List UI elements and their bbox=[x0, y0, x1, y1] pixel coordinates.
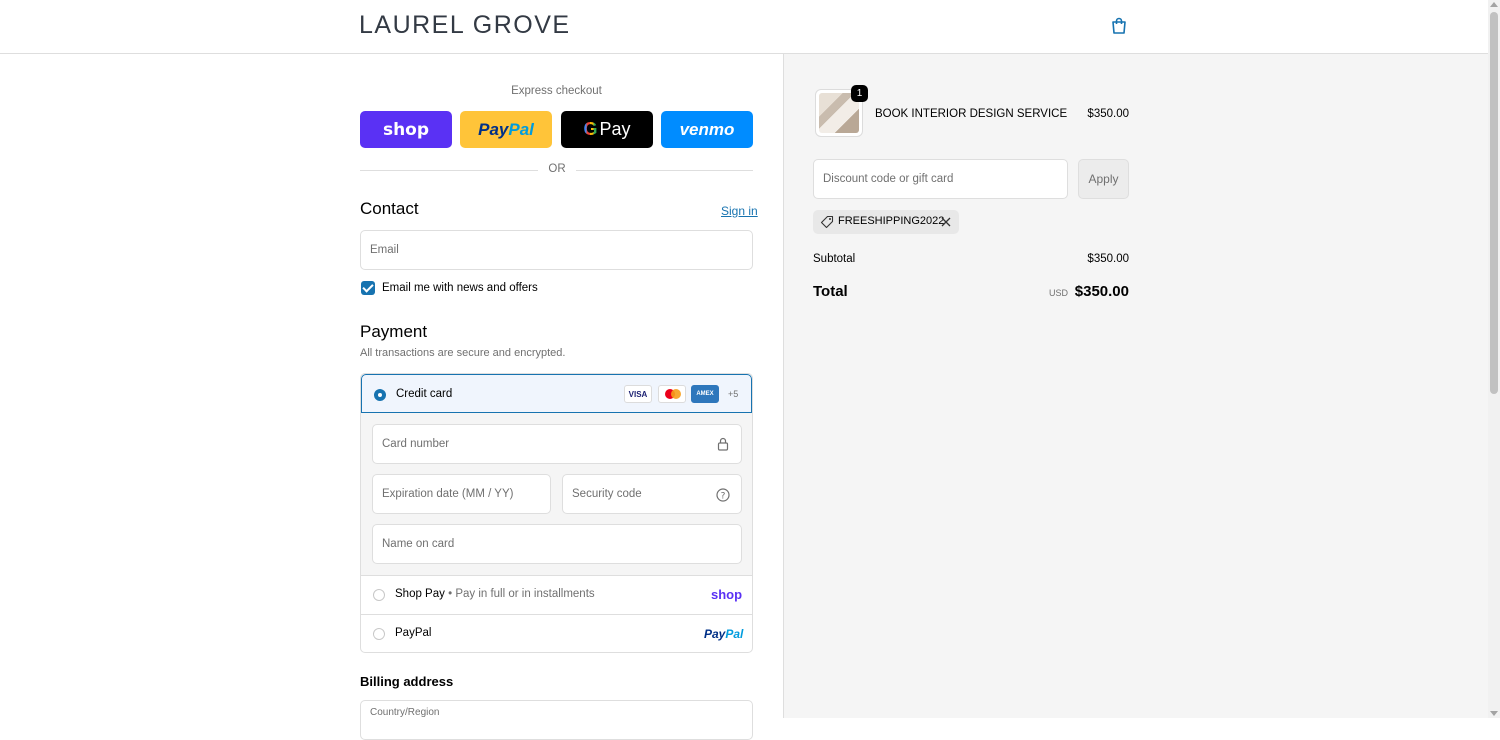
amex-icon: AMEX bbox=[691, 385, 719, 403]
shop-pay-option[interactable]: Shop Pay • Pay in full or in installment… bbox=[361, 576, 752, 614]
shop-pay-express-button[interactable]: shop bbox=[360, 111, 452, 148]
credit-card-option[interactable]: Credit card VISA AMEX +5 bbox=[361, 374, 752, 413]
paypal-logo: PayPal bbox=[704, 627, 744, 641]
scrollbar-thumb[interactable] bbox=[1490, 12, 1498, 394]
google-g-icon: G bbox=[583, 119, 598, 139]
shopping-bag-icon[interactable] bbox=[1110, 17, 1128, 35]
visa-icon: VISA bbox=[624, 385, 652, 403]
billing-address-heading: Billing address bbox=[360, 674, 454, 689]
brand-logo[interactable]: LAUREL GROVE bbox=[359, 11, 571, 40]
shop-pay-radio[interactable] bbox=[373, 589, 385, 601]
paypal-radio[interactable] bbox=[373, 628, 385, 640]
venmo-express-button[interactable]: venmo bbox=[661, 111, 753, 148]
applied-discount-tag: FREESHIPPING2022 bbox=[813, 210, 959, 234]
newsletter-label: Email me with news and offers bbox=[382, 282, 538, 294]
credit-card-radio[interactable] bbox=[374, 389, 386, 401]
credit-card-form: Card number Expiration date (MM / YY) Se… bbox=[361, 413, 752, 576]
payment-heading: Payment bbox=[360, 322, 428, 341]
shop-pay-logo: shop bbox=[711, 587, 743, 602]
site-header: LAUREL GROVE bbox=[0, 0, 1488, 54]
paypal-label: PayPal bbox=[395, 627, 432, 639]
expiration-date-field[interactable]: Expiration date (MM / YY) bbox=[372, 474, 551, 514]
more-cards-badge: +5 bbox=[728, 389, 739, 399]
tag-icon bbox=[820, 215, 834, 229]
order-summary-panel bbox=[783, 54, 1489, 718]
email-field[interactable]: Email bbox=[360, 230, 753, 270]
page-scrollbar[interactable] bbox=[1488, 0, 1500, 718]
card-number-field[interactable]: Card number bbox=[372, 424, 742, 464]
currency-code: USD bbox=[1048, 288, 1068, 298]
svg-text:?: ? bbox=[721, 492, 726, 502]
name-on-card-field[interactable]: Name on card bbox=[372, 524, 742, 564]
discount-code-field[interactable]: Discount code or gift card bbox=[813, 159, 1068, 199]
scroll-up-icon[interactable] bbox=[1490, 2, 1498, 7]
paypal-option[interactable]: PayPal PayPal bbox=[361, 615, 752, 652]
payment-methods: Credit card VISA AMEX +5 Card number Exp… bbox=[360, 373, 753, 653]
sign-in-link[interactable]: Sign in bbox=[721, 204, 758, 218]
mastercard-icon bbox=[658, 385, 686, 403]
scroll-down-icon[interactable] bbox=[1490, 711, 1498, 716]
total-value: $350.00 bbox=[1074, 283, 1129, 300]
subtotal-value: $350.00 bbox=[1087, 253, 1129, 265]
divider-right bbox=[576, 170, 753, 171]
google-pay-express-button[interactable]: G Pay bbox=[561, 111, 653, 148]
total-label: Total bbox=[813, 283, 848, 300]
apply-discount-button[interactable]: Apply bbox=[1078, 159, 1129, 199]
discount-code-text: FREESHIPPING2022 bbox=[838, 215, 945, 227]
close-icon[interactable] bbox=[941, 217, 951, 227]
divider-left bbox=[360, 170, 538, 171]
country-region-select[interactable]: Country/Region bbox=[360, 700, 753, 740]
credit-card-label: Credit card bbox=[396, 388, 453, 400]
shop-pay-label: Shop Pay • Pay in full or in installment… bbox=[395, 588, 595, 600]
help-icon[interactable]: ? bbox=[716, 488, 730, 502]
express-checkout-label: Express checkout bbox=[511, 85, 602, 97]
quantity-badge: 1 bbox=[851, 85, 868, 102]
lock-icon bbox=[717, 437, 729, 451]
security-code-field[interactable]: Security code ? bbox=[562, 474, 742, 514]
or-divider-text: OR bbox=[548, 163, 566, 175]
product-price: $350.00 bbox=[1087, 108, 1129, 120]
contact-heading: Contact bbox=[360, 199, 419, 218]
newsletter-checkbox[interactable] bbox=[361, 281, 375, 295]
payment-subtitle: All transactions are secure and encrypte… bbox=[360, 347, 566, 359]
subtotal-label: Subtotal bbox=[813, 253, 856, 265]
paypal-express-button[interactable]: Pay Pal bbox=[460, 111, 552, 148]
